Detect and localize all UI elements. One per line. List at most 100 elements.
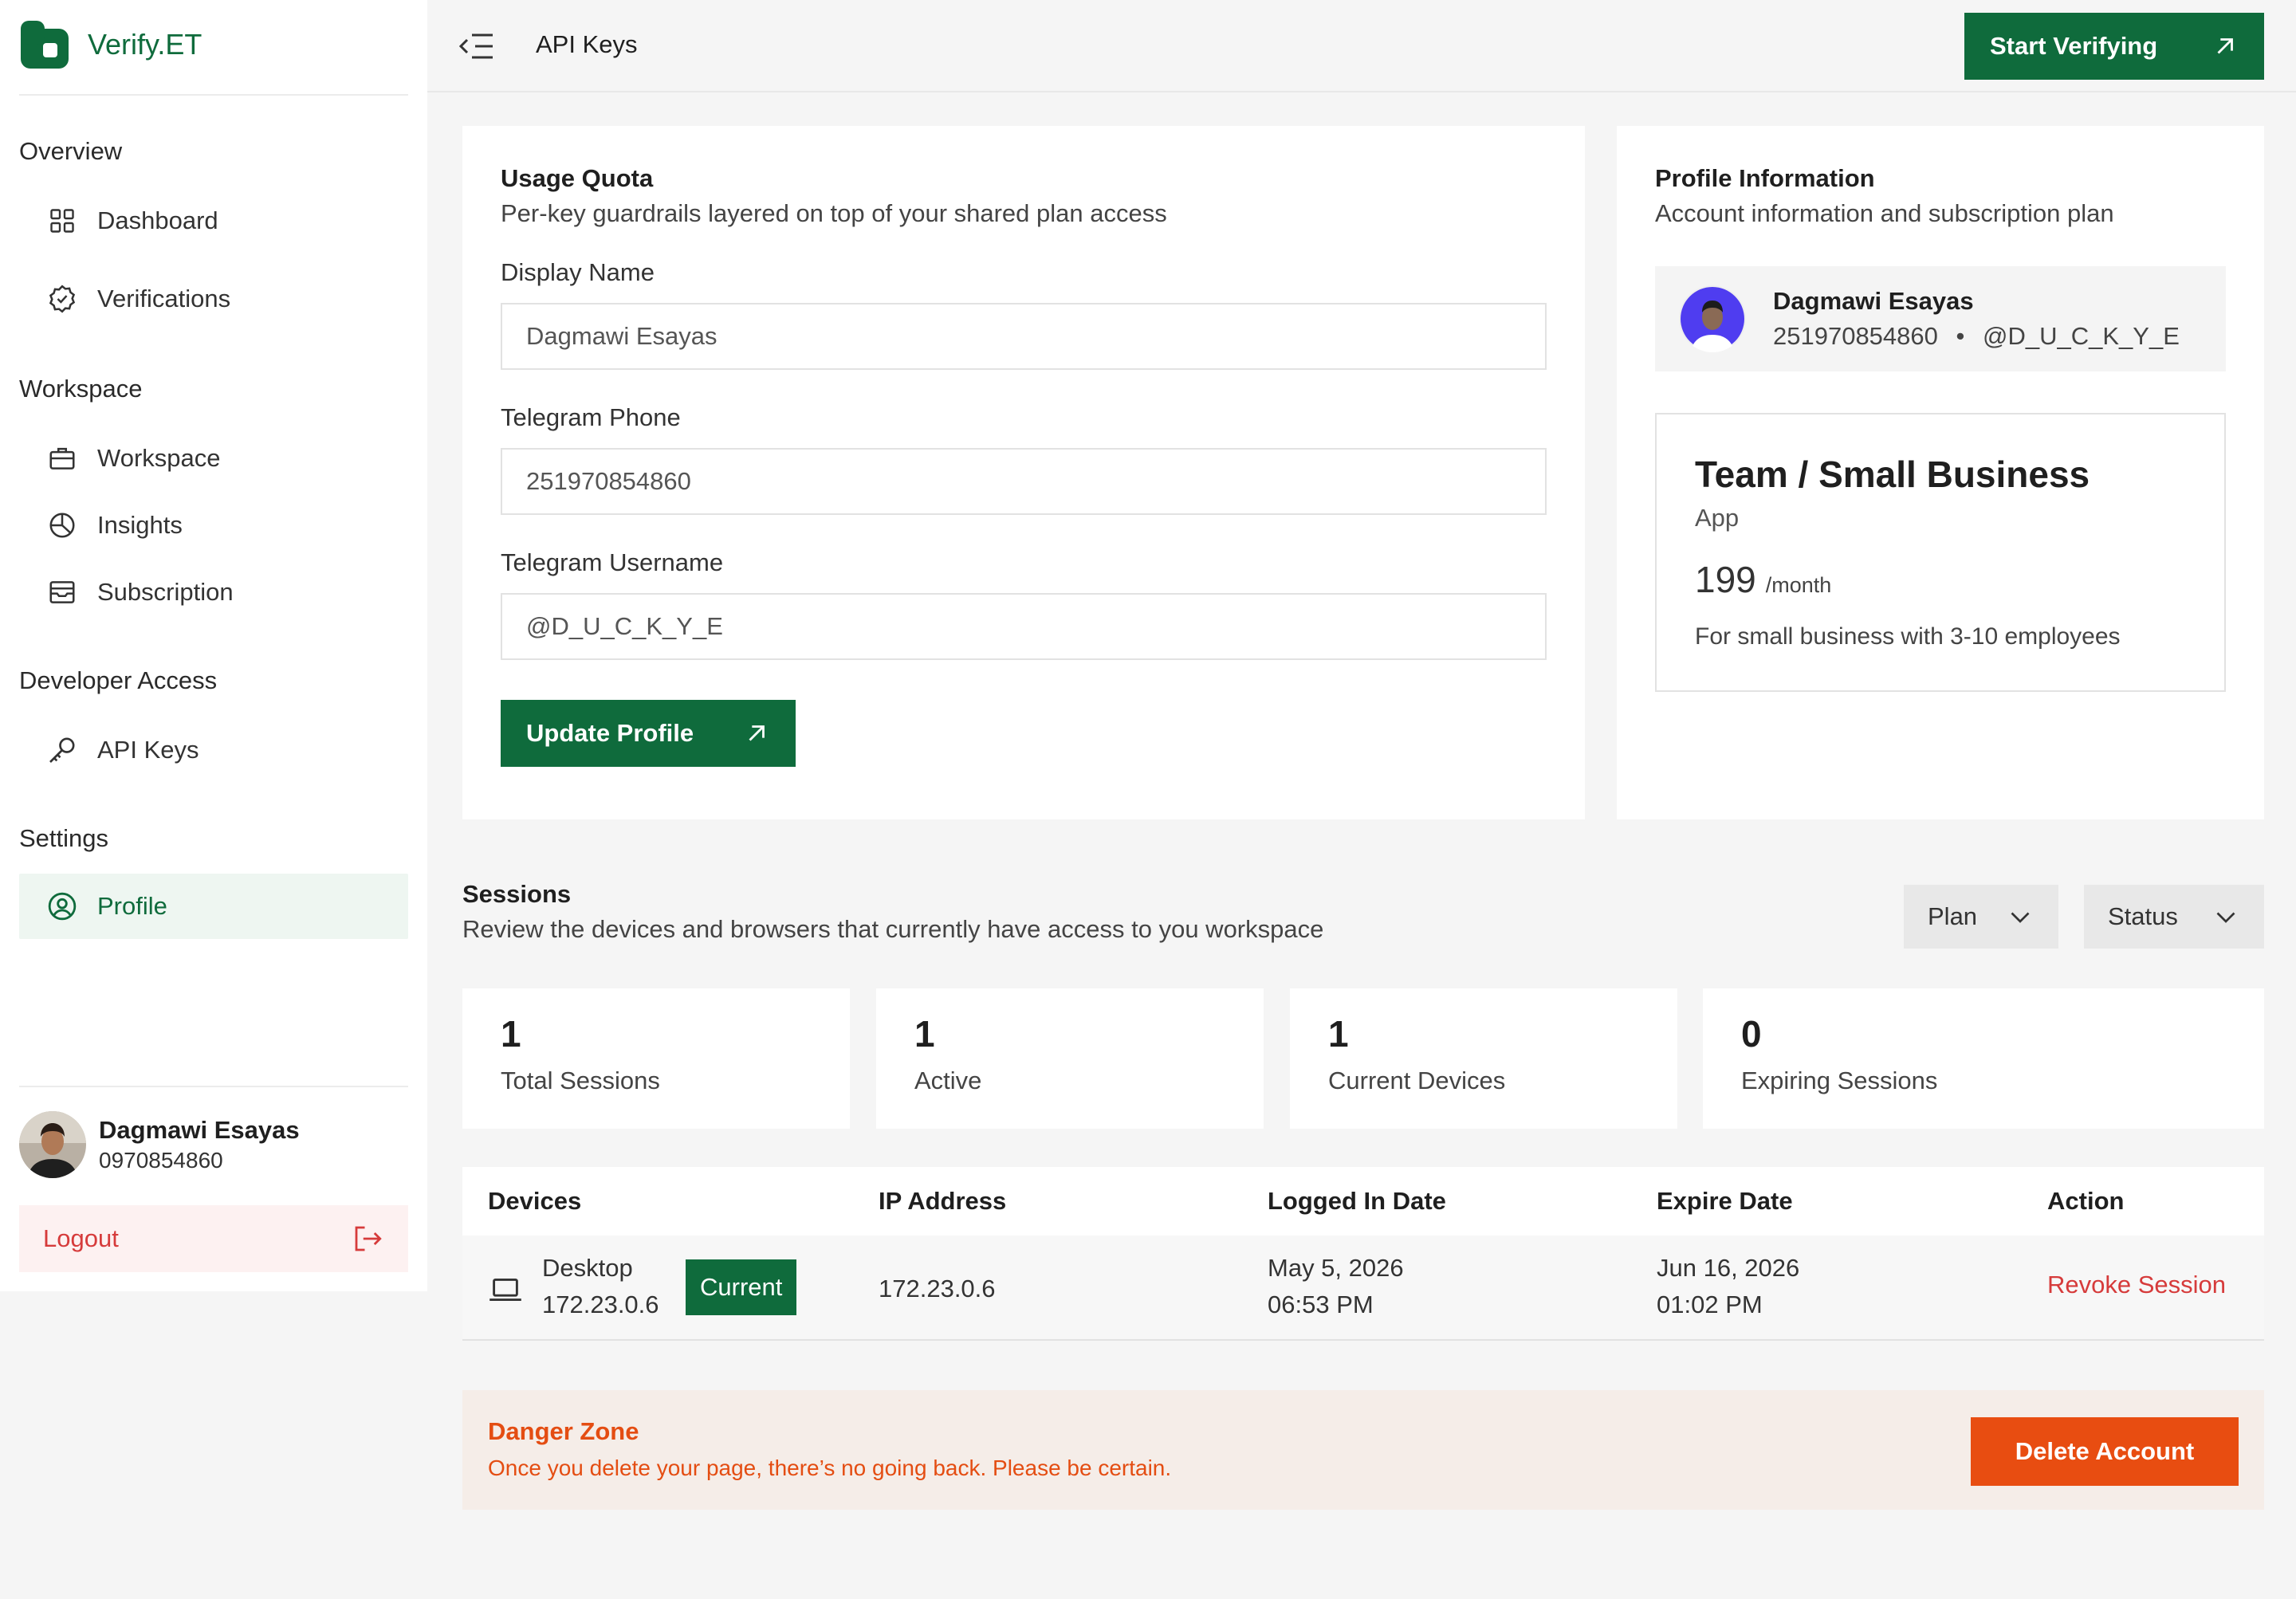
stat-value: 1 (914, 1013, 935, 1055)
arrow-up-right-icon (749, 725, 765, 741)
telegram-username-input[interactable] (501, 593, 1547, 660)
logout-button[interactable]: Logout (19, 1205, 408, 1272)
stat-total-sessions: 1 Total Sessions (462, 988, 850, 1129)
sidebar-item-label: Profile (97, 892, 167, 920)
table-header-row: Devices IP Address Logged In Date Expire… (462, 1167, 2264, 1236)
sidebar-item-label: API Keys (97, 736, 199, 764)
display-name-label: Display Name (501, 258, 655, 286)
plan-name: Team / Small Business (1695, 454, 2090, 495)
briefcase-icon (46, 442, 78, 474)
chevron-down-icon (2011, 912, 2030, 923)
expire-time: 01:02 PM (1657, 1291, 1763, 1318)
sidebar-section-settings: Settings (19, 824, 109, 852)
stat-label: Active (914, 1067, 982, 1094)
device-ip: 172.23.0.6 (542, 1291, 659, 1318)
brand-logo[interactable]: Verify.ET (19, 19, 202, 70)
profile-information-title: Profile Information (1655, 164, 1875, 192)
logout-label: Logout (43, 1224, 119, 1252)
profile-information-subtitle: Account information and subscription pla… (1655, 199, 2114, 227)
sidebar-item-label: Subscription (97, 578, 234, 606)
column-header-devices: Devices (488, 1187, 582, 1215)
start-verifying-label: Start Verifying (1990, 32, 2158, 60)
table-row: Desktop 172.23.0.6 Current 172.23.0.6 Ma… (462, 1236, 2264, 1341)
sidebar-user-name: Dagmawi Esayas (99, 1116, 300, 1144)
plan-description: For small business with 3-10 employees (1695, 623, 2121, 650)
sidebar-item-label: Insights (97, 511, 183, 539)
sidebar-item-label: Verifications (97, 285, 231, 312)
column-header-ip: IP Address (879, 1187, 1007, 1215)
logged-in-date: May 5, 2026 (1268, 1254, 1404, 1282)
update-profile-label: Update Profile (526, 719, 694, 747)
sidebar-user[interactable]: Dagmawi Esayas 0970854860 (19, 1111, 300, 1178)
revoke-session-link[interactable]: Revoke Session (2047, 1271, 2226, 1299)
display-name-input[interactable] (501, 303, 1547, 370)
stat-label: Expiring Sessions (1741, 1067, 1938, 1094)
profile-username: @D_U_C_K_Y_E (1983, 322, 2180, 350)
usage-quota-title: Usage Quota (501, 164, 654, 192)
stat-value: 1 (1328, 1013, 1349, 1055)
current-badge: Current (686, 1259, 797, 1315)
logged-in-time: 06:53 PM (1268, 1291, 1374, 1318)
laptop-icon (488, 1275, 523, 1308)
column-header-logged-in: Logged In Date (1268, 1187, 1446, 1215)
top-header: API Keys Start Verifying (427, 0, 2296, 92)
stat-label: Current Devices (1328, 1067, 1506, 1094)
device-name: Desktop (542, 1254, 633, 1282)
sidebar-item-workspace[interactable]: Workspace (19, 426, 408, 491)
sidebar-item-api-keys[interactable]: API Keys (19, 717, 408, 783)
avatar (19, 1111, 86, 1178)
key-icon (46, 734, 78, 766)
stat-value: 1 (501, 1013, 521, 1055)
stat-label: Total Sessions (501, 1067, 660, 1094)
grid-icon (46, 205, 78, 237)
logout-icon (355, 1226, 382, 1251)
brand-name: Verify.ET (88, 28, 202, 61)
stat-current-devices: 1 Current Devices (1290, 988, 1677, 1129)
stat-value: 0 (1741, 1013, 1762, 1055)
sidebar-item-insights[interactable]: Insights (19, 493, 408, 558)
column-header-expire: Expire Date (1657, 1187, 1793, 1215)
sidebar-divider (19, 1086, 408, 1087)
chevron-down-icon (2216, 912, 2235, 923)
profile-name: Dagmawi Esayas (1773, 287, 1974, 315)
profile-summary: Dagmawi Esayas 251970854860 • @D_U_C_K_Y… (1655, 266, 2226, 371)
plan-filter-dropdown[interactable]: Plan (1904, 885, 2058, 949)
profile-information-card: Profile Information Account information … (1617, 126, 2264, 819)
sidebar-item-profile[interactable]: Profile (19, 874, 408, 939)
profile-separator: • (1956, 322, 1965, 350)
sidebar-item-label: Workspace (97, 444, 221, 472)
telegram-phone-label: Telegram Phone (501, 403, 681, 431)
pie-chart-icon (46, 509, 78, 541)
plan-filter-label: Plan (1928, 902, 1978, 930)
status-filter-label: Status (2108, 902, 2178, 930)
usage-quota-subtitle: Per-key guardrails layered on top of you… (501, 199, 1167, 227)
sessions-table: Devices IP Address Logged In Date Expire… (462, 1167, 2264, 1341)
sidebar-item-verifications[interactable]: Verifications (19, 266, 408, 332)
update-profile-button[interactable]: Update Profile (501, 700, 796, 767)
sidebar-section-workspace: Workspace (19, 375, 143, 403)
status-filter-dropdown[interactable]: Status (2084, 885, 2264, 949)
sidebar-item-dashboard[interactable]: Dashboard (19, 188, 408, 253)
sidebar-section-overview: Overview (19, 137, 123, 165)
column-header-action: Action (2047, 1187, 2125, 1215)
stat-active: 1 Active (876, 988, 1264, 1129)
sessions-subtitle: Review the devices and browsers that cur… (462, 915, 1324, 943)
expire-date: Jun 16, 2026 (1657, 1254, 1800, 1282)
sidebar-section-developer: Developer Access (19, 666, 218, 694)
user-circle-icon (46, 890, 78, 922)
sessions-title: Sessions (462, 880, 572, 908)
plan-period: /month (1765, 573, 1832, 597)
verify-logo-icon (21, 21, 69, 69)
sidebar-item-subscription[interactable]: Subscription (19, 560, 408, 625)
subscription-plan-box: Team / Small Business App 199 /month For… (1655, 413, 2226, 692)
delete-account-button[interactable]: Delete Account (1971, 1417, 2239, 1486)
arrow-up-right-icon (2217, 38, 2233, 54)
plan-type: App (1695, 504, 1740, 532)
menu-collapse-icon[interactable] (459, 30, 494, 62)
telegram-username-label: Telegram Username (501, 548, 724, 576)
start-verifying-button[interactable]: Start Verifying (1964, 13, 2264, 80)
sidebar-divider (19, 94, 408, 96)
telegram-phone-input[interactable] (501, 448, 1547, 515)
stat-expiring-sessions: 0 Expiring Sessions (1703, 988, 2264, 1129)
usage-quota-card: Usage Quota Per-key guardrails layered o… (462, 126, 1585, 819)
